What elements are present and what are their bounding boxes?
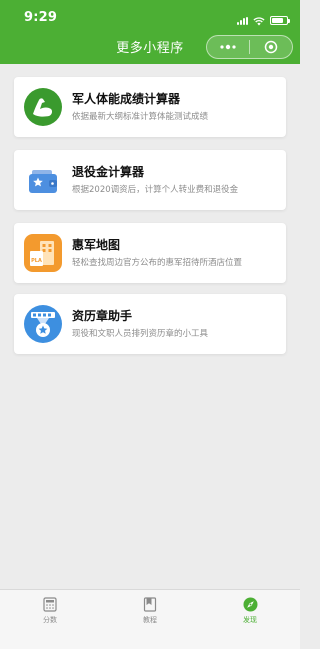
card-fitness-calculator[interactable]: 军人体能成绩计算器 依据最新大纲标准计算体能测试成绩 <box>14 77 286 137</box>
book-icon <box>143 597 157 612</box>
tab-bar: 分数 教程 发现 <box>0 589 300 649</box>
wallet-icon <box>23 160 63 200</box>
tab-label: 分数 <box>43 616 57 624</box>
card-retirement-calculator[interactable]: 退役金计算器 根据2020调资后，计算个人转业费和退役金 <box>14 150 286 210</box>
close-miniprogram-button[interactable] <box>250 36 292 58</box>
card-description: 依据最新大纲标准计算体能测试成绩 <box>72 112 209 122</box>
app-screen: 9:29 更多小程序 军人体能成绩计算器 依据最新大纲标准计算体能测试成绩 退役… <box>0 0 300 649</box>
hotel-map-icon: PLA <box>23 233 63 273</box>
card-title: 退役金计算器 <box>72 165 145 179</box>
tab-label: 发现 <box>243 616 257 624</box>
signal-icon <box>237 16 248 25</box>
tab-tutorial[interactable]: 教程 <box>100 590 200 649</box>
card-seniority-badge-helper[interactable]: 资历章助手 现役和文职人员排列资历章的小工具 <box>14 294 286 354</box>
compass-icon <box>243 597 257 612</box>
card-description: 轻松查找周边官方公布的惠军招待所酒店位置 <box>72 258 243 268</box>
target-icon <box>264 40 278 54</box>
card-text: 军人体能成绩计算器 依据最新大纲标准计算体能测试成绩 <box>72 91 208 123</box>
more-dots-icon <box>220 44 236 50</box>
card-title: 军人体能成绩计算器 <box>72 92 181 106</box>
battery-icon <box>270 16 290 25</box>
card-description: 现役和文职人员排列资历章的小工具 <box>72 329 209 339</box>
miniprogram-capsule <box>206 35 293 59</box>
card-text: 资历章助手 现役和文职人员排列资历章的小工具 <box>72 308 208 340</box>
tab-score[interactable]: 分数 <box>0 590 100 649</box>
header: 9:29 更多小程序 <box>0 0 300 64</box>
calculator-icon <box>43 597 57 612</box>
wifi-icon <box>253 11 265 30</box>
tab-label: 教程 <box>143 616 157 624</box>
tab-discover[interactable]: 发现 <box>200 590 300 649</box>
status-icons <box>237 11 290 30</box>
card-title: 资历章助手 <box>72 309 133 323</box>
card-title: 惠军地图 <box>72 238 121 252</box>
card-text: 退役金计算器 根据2020调资后，计算个人转业费和退役金 <box>72 164 238 196</box>
medal-icon <box>23 304 63 344</box>
card-description: 根据2020调资后，计算个人转业费和退役金 <box>72 185 239 195</box>
card-military-map[interactable]: PLA 惠军地图 轻松查找周边官方公布的惠军招待所酒店位置 <box>14 223 286 283</box>
more-button[interactable] <box>207 36 249 58</box>
svg-text:PLA: PLA <box>31 258 42 264</box>
muscle-arm-icon <box>23 87 63 127</box>
status-time: 9:29 <box>24 10 58 25</box>
card-text: 惠军地图 轻松查找周边官方公布的惠军招待所酒店位置 <box>72 237 242 269</box>
